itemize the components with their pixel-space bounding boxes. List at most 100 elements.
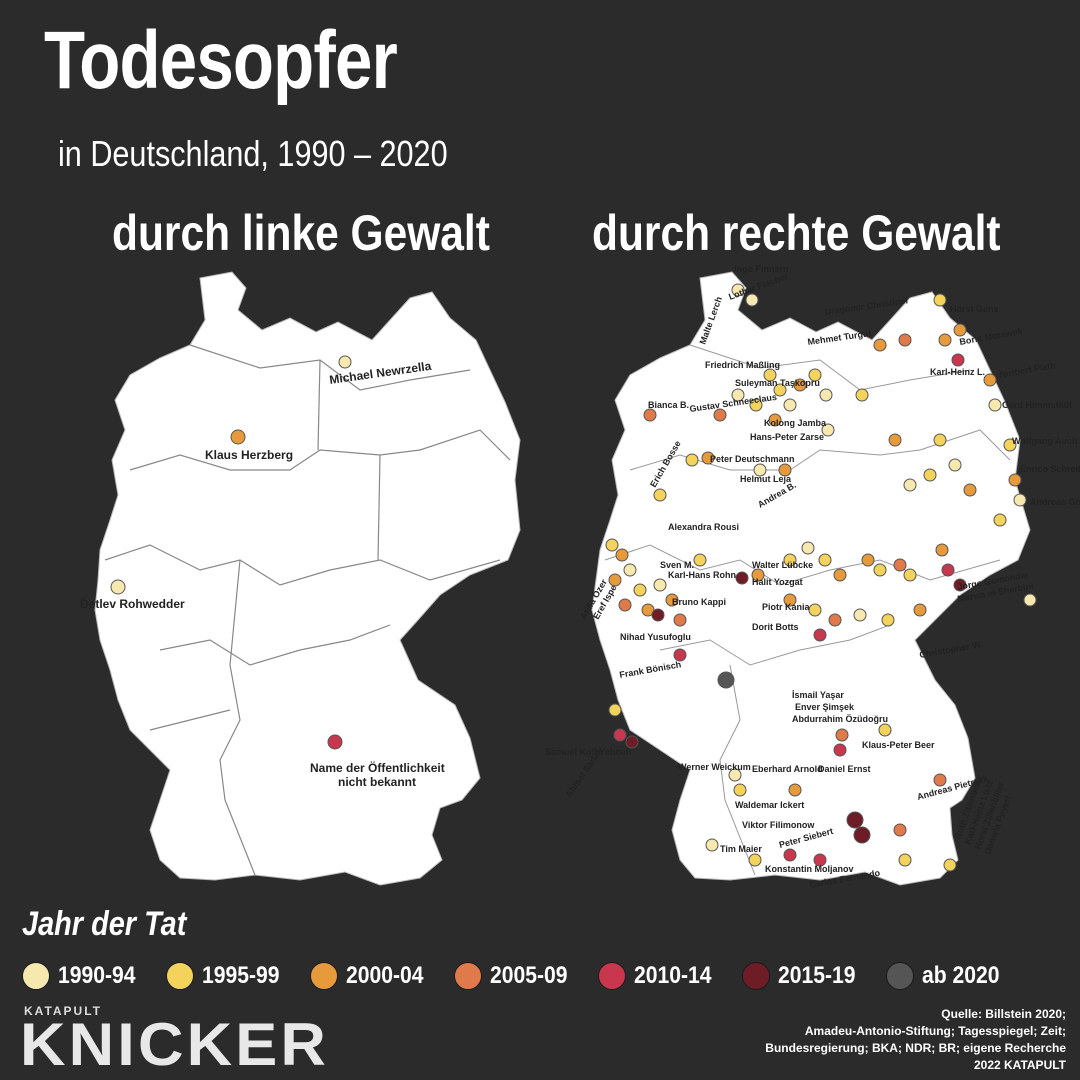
victim-label: Karl-Heinz L. (930, 367, 985, 377)
source-line-2: Amadeu-Antonio-Stiftung; Tagesspiegel; Z… (804, 1024, 1066, 1038)
victim-marker (818, 553, 832, 567)
victim-label: Bruno Kappi (672, 597, 726, 607)
victim-marker-newrzella (338, 355, 352, 369)
left-map-heading: durch linke Gewalt (112, 205, 490, 261)
victim-marker (1023, 593, 1037, 607)
victim-label: Boris Morawek (959, 326, 1025, 347)
victim-marker (833, 743, 847, 757)
victim-marker (833, 568, 847, 582)
victim-marker (898, 333, 912, 347)
victim-marker (615, 548, 629, 562)
victim-marker (713, 408, 727, 422)
victim-marker-rohwedder (110, 579, 126, 595)
victim-marker (873, 563, 887, 577)
victim-label: Eberhard Arnold (752, 764, 823, 774)
legend-label: 1995-99 (202, 962, 280, 989)
legend-item: ab 2020 (886, 962, 1010, 990)
legend-swatch (454, 962, 483, 990)
victim-marker (1013, 493, 1027, 507)
victim-marker (963, 483, 977, 497)
source-note: Quelle: Billstein 2020; Amadeu-Antonio-S… (736, 1006, 1066, 1074)
victim-label: Nihad Yusufoglu (620, 632, 691, 642)
victim-marker (808, 603, 822, 617)
legend-swatch (310, 962, 339, 990)
victim-marker (828, 613, 842, 627)
victim-marker (855, 388, 869, 402)
victim-label: Piotr Kania (762, 602, 811, 612)
victim-marker (923, 468, 937, 482)
victim-marker (748, 853, 762, 867)
right-map-heading: durch rechte Gewalt (592, 205, 1001, 261)
right-germany-outline (591, 271, 1031, 886)
legend-item: 2015-19 (742, 962, 866, 990)
victim-marker (783, 398, 797, 412)
victim-marker (618, 598, 632, 612)
victim-marker (651, 608, 665, 622)
victim-marker (613, 728, 627, 742)
victim-label: Waldemar Ickert (735, 800, 804, 810)
victim-label: Norbert Plath (999, 360, 1057, 380)
source-line-4: 2022 KATAPULT (973, 1058, 1066, 1072)
victim-label: İsmail Yaşar (792, 690, 844, 700)
victim-marker (878, 723, 892, 737)
victim-marker (951, 353, 965, 367)
victim-label: Peter Deutschmann (710, 454, 795, 464)
victim-marker (903, 568, 917, 582)
victim-label: Karl-Hans Rohn (668, 570, 736, 580)
victim-marker (735, 571, 749, 585)
victim-marker (893, 823, 907, 837)
legend-swatch (166, 962, 195, 990)
victim-label: Klaus-Peter Beer (862, 740, 935, 750)
legend-title: Jahr der Tat (22, 905, 187, 943)
legend-label: 1990-94 (58, 962, 136, 989)
legend-swatch (22, 962, 50, 990)
legend-label: 2010-14 (634, 962, 712, 989)
legend-label: 2005-09 (490, 962, 568, 989)
victim-label: Gerd Himmstädt (1002, 400, 1072, 410)
victim-label: Suleyman Taşkopru (735, 378, 820, 388)
victim-marker (983, 373, 997, 387)
legend-swatch (598, 962, 627, 990)
victim-marker (717, 671, 735, 689)
victim-label: Walter Lübcke (752, 560, 813, 570)
legend-item: 2000-04 (310, 962, 434, 990)
victim-marker (935, 543, 949, 557)
victim-marker (938, 333, 952, 347)
victim-marker (948, 458, 962, 472)
victim-marker (903, 478, 917, 492)
victim-marker (881, 613, 895, 627)
victim-marker (745, 293, 759, 307)
victim-label: Andreas Götz (1030, 497, 1080, 507)
victim-label: Kolong Jamba (764, 418, 827, 428)
victim-marker (673, 613, 687, 627)
source-line-3: Bundesregierung; BKA; NDR; BR; eigene Re… (765, 1041, 1066, 1055)
legend-label: ab 2020 (922, 962, 1000, 989)
victim-marker (888, 433, 902, 447)
victim-label: Daniel Ernst (818, 764, 871, 774)
victim-marker (933, 433, 947, 447)
legend-item: 1995-99 (166, 962, 290, 990)
victim-marker (608, 703, 622, 717)
victim-marker (913, 603, 927, 617)
legend-swatch (886, 962, 915, 990)
victim-marker (898, 853, 912, 867)
victim-label: Enver Şimşek (795, 702, 855, 712)
legend: 1990-94 1995-99 2000-04 2005-09 2010-14 2015-… (22, 958, 1031, 994)
victim-marker (853, 826, 871, 844)
victim-label: Werner Weickum (678, 762, 751, 772)
victim-marker (685, 453, 699, 467)
victim-marker (643, 408, 657, 422)
brand-logo: KNICKER (20, 1011, 330, 1078)
victim-label: Tim Maier (720, 844, 762, 854)
victim-label: Christopher W. (919, 639, 984, 660)
victim-marker (653, 488, 667, 502)
victim-marker (633, 583, 647, 597)
victim-marker (733, 783, 747, 797)
legend-item: 2010-14 (598, 962, 722, 990)
victim-marker (605, 538, 619, 552)
victim-label-rohwedder: Detlev Rohwedder (80, 597, 185, 611)
victim-marker (846, 811, 864, 829)
victim-marker (788, 783, 802, 797)
legend-item: 2005-09 (454, 962, 578, 990)
victim-label: Friedrich Maßling (705, 360, 780, 370)
